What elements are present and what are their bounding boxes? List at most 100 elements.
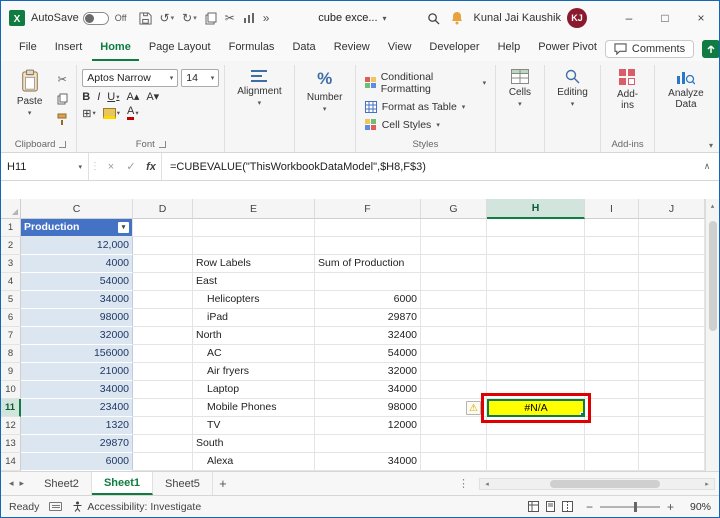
menu-item-insert[interactable]: Insert [47, 37, 91, 61]
formula-bar-expand-icon[interactable]: ∧ [695, 153, 719, 180]
cell-D10[interactable] [133, 381, 193, 399]
cell-D12[interactable] [133, 417, 193, 435]
cell-D8[interactable] [133, 345, 193, 363]
menu-item-review[interactable]: Review [326, 37, 378, 61]
column-header-G[interactable]: G [421, 199, 487, 219]
shrink-font-button[interactable]: A▾ [146, 90, 159, 103]
menu-item-help[interactable]: Help [490, 37, 529, 61]
menu-item-file[interactable]: File [11, 37, 45, 61]
italic-button[interactable]: I [97, 91, 100, 103]
cell-E6[interactable]: iPad [193, 309, 315, 327]
borders-button[interactable]: ⊞ ▾ [82, 107, 95, 120]
copy-button[interactable] [53, 91, 71, 107]
cut-button[interactable]: ✂ [53, 71, 71, 87]
menu-item-developer[interactable]: Developer [421, 37, 487, 61]
cell-I5[interactable] [585, 291, 639, 309]
cell-E14[interactable]: Alexa [193, 453, 315, 471]
title-dropdown-icon[interactable]: ▾ [383, 14, 387, 23]
menu-item-page-layout[interactable]: Page Layout [141, 37, 219, 61]
zoom-in-button[interactable]: + [667, 500, 674, 514]
cell-I14[interactable] [585, 453, 639, 471]
cell-F6[interactable]: 29870 [315, 309, 421, 327]
redo-dropdown-icon[interactable]: ▾ [193, 14, 197, 22]
name-box[interactable]: H11 ▾ [1, 153, 89, 180]
column-header-H[interactable]: H [487, 199, 585, 219]
row-header-5[interactable]: 5 [1, 291, 21, 309]
cell-F10[interactable]: 34000 [315, 381, 421, 399]
font-name-select[interactable]: Aptos Narrow ▾ [82, 69, 179, 87]
cell-I2[interactable] [585, 237, 639, 255]
row-header-3[interactable]: 3 [1, 255, 21, 273]
cell-F5[interactable]: 6000 [315, 291, 421, 309]
column-header-J[interactable]: J [639, 199, 705, 219]
cell-J1[interactable] [639, 219, 705, 237]
select-all-corner[interactable]: ◢ [1, 199, 21, 219]
font-color-button[interactable]: A ▾ [127, 106, 139, 120]
comments-button[interactable]: Comments [604, 40, 695, 58]
alignment-button[interactable]: Alignment ▾ [230, 65, 288, 112]
cell-H9[interactable] [487, 363, 585, 381]
row-header-8[interactable]: 8 [1, 345, 21, 363]
save-button[interactable] [135, 10, 156, 27]
maximize-button[interactable]: □ [647, 1, 683, 35]
cell-J2[interactable] [639, 237, 705, 255]
menu-item-data[interactable]: Data [284, 37, 323, 61]
editing-button[interactable]: Editing ▾ [550, 65, 595, 113]
cell-F4[interactable] [315, 273, 421, 291]
cell-D5[interactable] [133, 291, 193, 309]
row-header-10[interactable]: 10 [1, 381, 21, 399]
row-header-9[interactable]: 9 [1, 363, 21, 381]
column-header-E[interactable]: E [193, 199, 315, 219]
cell-H1[interactable] [487, 219, 585, 237]
cell-I11[interactable] [585, 399, 639, 417]
cell-I8[interactable] [585, 345, 639, 363]
cell-I12[interactable] [585, 417, 639, 435]
row-header-2[interactable]: 2 [1, 237, 21, 255]
cell-J13[interactable] [639, 435, 705, 453]
cell-H8[interactable] [487, 345, 585, 363]
cell-H3[interactable] [487, 255, 585, 273]
horizontal-scroll-thumb[interactable] [550, 479, 660, 488]
cell-styles-button[interactable]: Cell Styles ▾ [361, 117, 490, 133]
format-painter-button[interactable] [53, 111, 71, 127]
cell-E11[interactable]: Mobile Phones [193, 399, 315, 417]
column-header-D[interactable]: D [133, 199, 193, 219]
cell-F1[interactable] [315, 219, 421, 237]
underline-button[interactable]: U ▾ [107, 91, 119, 103]
cell-D14[interactable] [133, 453, 193, 471]
cancel-entry-icon[interactable]: × [101, 153, 121, 180]
sheet-tab-sheet1[interactable]: Sheet1 [91, 472, 154, 495]
cell-E1[interactable] [193, 219, 315, 237]
tabs-overflow-icon[interactable]: ⋮ [454, 477, 473, 490]
cell-E7[interactable]: North [193, 327, 315, 345]
paste-button[interactable]: Paste ▾ [10, 65, 49, 122]
cell-J14[interactable] [639, 453, 705, 471]
cell-D9[interactable] [133, 363, 193, 381]
cell-C5[interactable]: 34000 [21, 291, 133, 309]
row-header-4[interactable]: 4 [1, 273, 21, 291]
cell-F13[interactable] [315, 435, 421, 453]
cell-H6[interactable] [487, 309, 585, 327]
cell-G6[interactable] [421, 309, 487, 327]
cell-H5[interactable] [487, 291, 585, 309]
cell-H14[interactable] [487, 453, 585, 471]
filter-icon[interactable]: ▾ [118, 222, 129, 233]
tab-scroll-left-icon[interactable]: ◂ [9, 478, 14, 489]
format-as-table-button[interactable]: Format as Table ▾ [361, 99, 490, 115]
cell-H7[interactable] [487, 327, 585, 345]
cell-D1[interactable] [133, 219, 193, 237]
vertical-scrollbar[interactable]: ▴ [705, 199, 719, 471]
cell-H2[interactable] [487, 237, 585, 255]
menu-item-view[interactable]: View [380, 37, 420, 61]
cell-C14[interactable]: 6000 [21, 453, 133, 471]
cell-F2[interactable] [315, 237, 421, 255]
name-box-dropdown-icon[interactable]: ▾ [78, 163, 82, 171]
zoom-slider-thumb[interactable] [633, 501, 637, 512]
cell-E12[interactable]: TV [193, 417, 315, 435]
cell-G14[interactable] [421, 453, 487, 471]
cell-G5[interactable] [421, 291, 487, 309]
undo-dropdown-icon[interactable]: ▾ [171, 14, 175, 22]
warning-icon[interactable]: ⚠ [466, 400, 481, 415]
copy-icon[interactable] [201, 10, 221, 27]
undo-button[interactable]: ↺ ▾ [156, 9, 179, 27]
